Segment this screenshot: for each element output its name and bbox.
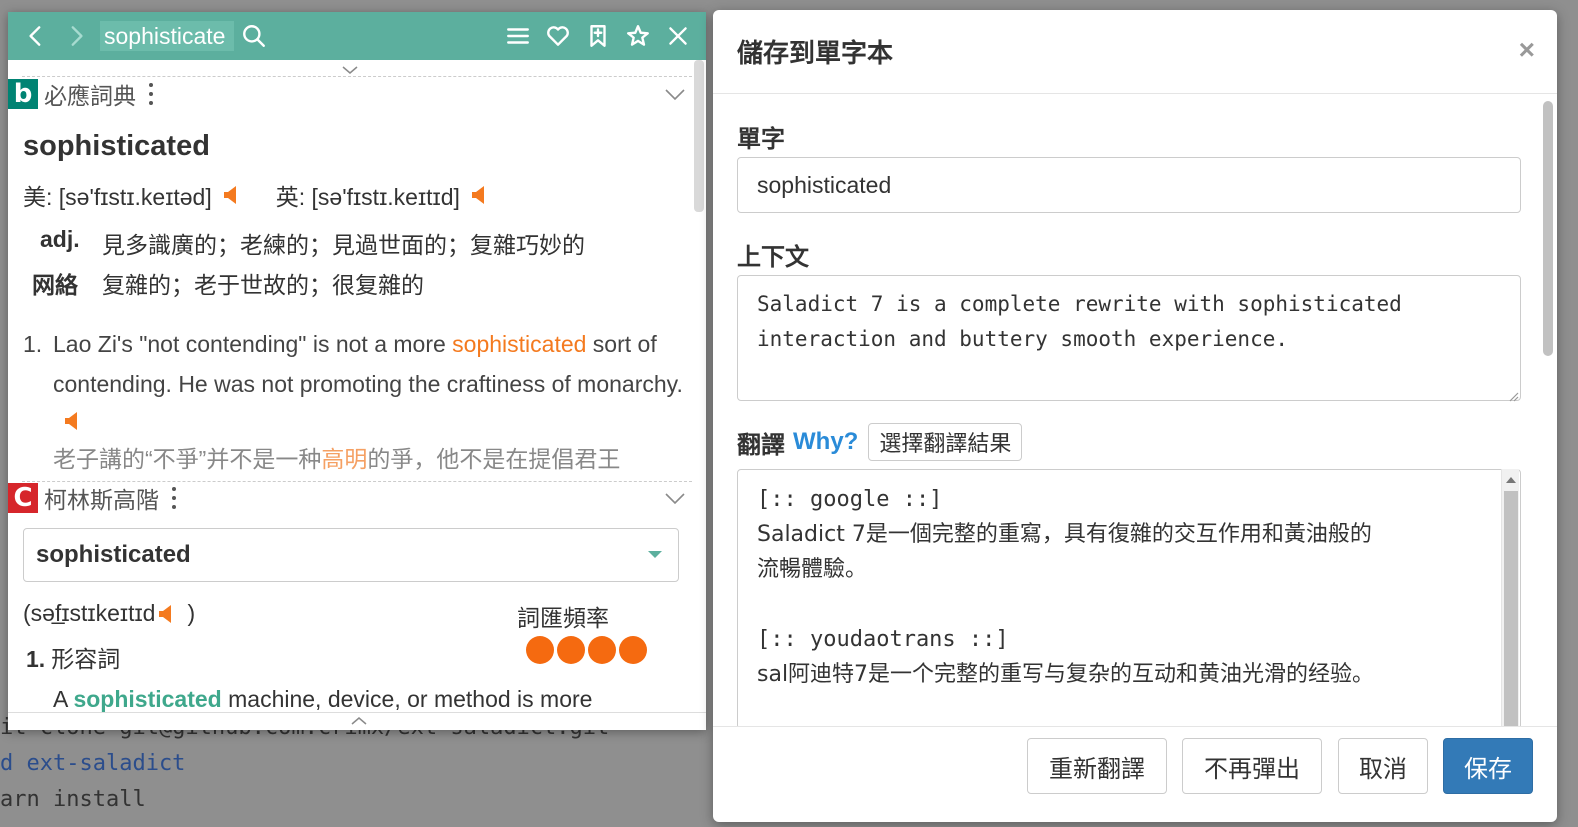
example-sentence: 1. Lao Zi's "not contending" is not a mo… — [23, 324, 693, 444]
pin-icon[interactable] — [618, 12, 658, 60]
phonetic-us: 美: [sə'fɪstɪ.keɪtəd] — [23, 184, 212, 210]
collins-logo: C — [8, 483, 38, 513]
chevron-down-icon[interactable] — [341, 62, 359, 74]
bing-logo: b — [8, 79, 38, 109]
frequency-dot — [557, 636, 585, 664]
headword: sophisticated — [23, 130, 210, 162]
word-label: 單字 — [737, 126, 785, 153]
collapse-chevron-icon[interactable] — [664, 88, 686, 102]
more-options-icon[interactable] — [148, 83, 154, 105]
dialog-title: 儲存到單字本 — [737, 38, 894, 68]
terminal-line: d ext-saladict — [0, 751, 186, 776]
word-input[interactable]: sophisticated — [737, 157, 1521, 213]
save-button[interactable]: 保存 — [1443, 738, 1533, 794]
chevron-right-icon[interactable] — [56, 12, 96, 60]
frequency-dot — [588, 636, 616, 664]
translation-header: 翻譯 Why? 選擇翻譯結果 — [737, 423, 1023, 461]
phonetics: 美: [sə'fɪstɪ.keɪtəd] 英: [sə'fɪstɪ.keɪtɪd… — [23, 178, 488, 212]
sense-heading: 1. 形容詞 — [26, 646, 121, 672]
chevron-left-icon[interactable] — [16, 12, 56, 60]
dictionary-toolbar: sophisticate — [8, 12, 706, 60]
dialog-body: 單字 sophisticated 上下文 Saladict 7 is a com… — [713, 95, 1557, 726]
caret-down-icon — [648, 551, 662, 558]
cancel-button[interactable]: 取消 — [1338, 738, 1428, 794]
bookmark-icon[interactable] — [578, 12, 618, 60]
phonetic-uk: 英: [sə'fɪstɪ.keɪtɪd] — [275, 184, 460, 210]
collapse-chevron-icon[interactable] — [664, 492, 686, 506]
collins-definition: A sophisticated machine, device, or meth… — [53, 686, 593, 712]
no-popup-button[interactable]: 不再彈出 — [1182, 738, 1322, 794]
definition-row: adj. 見多識廣的；老練的；見過世面的；复雜巧妙的 — [30, 226, 585, 260]
highlighted-word: sophisticated — [452, 331, 587, 357]
entry-select[interactable]: sophisticated — [23, 528, 679, 582]
speaker-icon[interactable] — [63, 404, 81, 430]
translation-textarea[interactable]: [:: google ::] Saladict 7是一個完整的重寫，具有復雜的交… — [737, 469, 1521, 726]
part-of-speech: 网絡 — [32, 272, 78, 298]
close-icon[interactable]: × — [1519, 36, 1535, 64]
translation-label: 翻譯 — [737, 431, 785, 459]
frequency-dot — [619, 636, 647, 664]
collins-phonetic: (səf̲ɪstɪkeɪtɪd ) — [23, 600, 196, 626]
context-label: 上下文 — [737, 244, 809, 271]
speaker-icon[interactable] — [470, 184, 488, 206]
frequency-dot — [526, 636, 554, 664]
heart-icon[interactable] — [538, 12, 578, 60]
translation-scrollbar[interactable] — [1501, 469, 1519, 726]
dictionary-name: 必應詞典 — [44, 83, 136, 109]
frequency-label: 詞匯頻率 — [517, 605, 609, 631]
context-textarea[interactable]: Saladict 7 is a complete rewrite with so… — [737, 275, 1521, 401]
close-icon[interactable] — [658, 12, 698, 60]
terminal-line: arn install — [0, 787, 146, 812]
menu-icon[interactable] — [498, 12, 538, 60]
frequency-dots — [526, 636, 647, 664]
why-link[interactable]: Why? — [793, 428, 858, 456]
collins-section-header[interactable]: C 柯林斯高階 — [8, 480, 177, 516]
dictionary-panel: sophisticate b 必應詞典 sophisticated 美: [sə… — [8, 12, 706, 730]
bing-section-header[interactable]: b 必應詞典 — [8, 76, 154, 112]
dialog-scrollbar[interactable] — [1543, 101, 1553, 356]
example-translation: 老子講的“不爭”并不是一种高明的爭，他不是在提倡君王 — [53, 446, 621, 472]
part-of-speech: adj. — [40, 226, 80, 252]
dictionary-name: 柯林斯高階 — [44, 487, 159, 513]
dictionary-scrollbar[interactable] — [694, 60, 704, 212]
definition-text: 見多識廣的；老練的；見過世面的；复雜巧妙的 — [102, 232, 585, 258]
choose-translation-button[interactable]: 選擇翻譯結果 — [868, 423, 1023, 461]
definition-text: 复雜的；老于世故的；很复雜的 — [102, 272, 424, 298]
definition-row: 网絡 复雜的；老于世故的；很复雜的 — [30, 266, 424, 300]
resize-handle-icon[interactable] — [1509, 389, 1519, 402]
more-options-icon[interactable] — [171, 487, 177, 509]
retranslate-button[interactable]: 重新翻譯 — [1027, 738, 1167, 794]
chevron-up-icon[interactable] — [350, 713, 368, 725]
speaker-icon[interactable] — [222, 184, 240, 206]
speaker-icon[interactable] — [157, 603, 175, 625]
dialog-header: 儲存到單字本 × — [713, 10, 1557, 94]
search-input[interactable]: sophisticate — [100, 21, 234, 51]
save-word-dialog: 儲存到單字本 × 單字 sophisticated 上下文 Saladict 7… — [713, 10, 1557, 822]
search-icon[interactable] — [234, 12, 274, 60]
example-number: 1. — [23, 331, 43, 357]
